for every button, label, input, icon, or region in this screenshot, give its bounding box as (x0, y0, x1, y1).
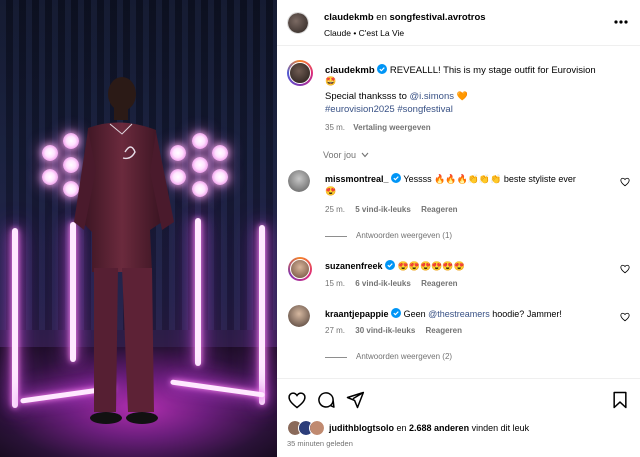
heart-icon[interactable] (620, 264, 630, 274)
verified-badge-icon (377, 64, 388, 74)
post-photo[interactable] (0, 0, 277, 457)
stage-bulb (42, 145, 58, 161)
verified-badge-icon (391, 308, 402, 318)
comment-user-link[interactable]: missmontreal_ (325, 174, 389, 184)
replies-separator (325, 236, 347, 237)
send-icon[interactable] (345, 390, 365, 410)
caption-emoji-2: 🧡 (456, 91, 468, 101)
comment-avatar[interactable] (288, 305, 310, 327)
header-author-link[interactable]: claudekmb (324, 12, 374, 23)
heart-icon[interactable] (287, 390, 307, 410)
post-detail-panel: claudekmb en songfestival.avrotros Claud… (277, 0, 640, 457)
audio-sep: • (353, 28, 357, 38)
header-collaborator-link[interactable]: songfestival.avrotros (390, 12, 486, 23)
light-tube (12, 228, 18, 408)
comment-likes-link[interactable]: 5 vind-ik-leuks (355, 205, 411, 214)
stage-bulb (192, 133, 208, 149)
caption-hashtags[interactable]: #eurovision2025 #songfestival (325, 104, 453, 115)
comment-line-1: suzanenfreek 😍😍😍😍😍😍 (325, 260, 465, 272)
caption-emoji-1: 🤩 (325, 76, 337, 86)
comment-reply-button[interactable]: Reageren (421, 279, 457, 288)
caption-text: REVEALLL! This is my stage outfit for Eu… (389, 65, 596, 76)
comment-time: 25 m. (325, 205, 346, 214)
bookmark-icon[interactable] (610, 390, 630, 410)
translate-link[interactable]: Vertaling weergeven (353, 123, 430, 132)
comments-filter-label: Voor jou (323, 150, 357, 160)
stage-bulb (212, 145, 228, 161)
audio-song[interactable]: C'est La Vie (359, 28, 404, 38)
caption-mention-link[interactable]: @i.simons (410, 91, 455, 102)
comment-avatar[interactable] (288, 257, 312, 281)
post-action-bar: judithblogtsolo en 2.688 anderen vinden … (277, 378, 640, 457)
header-audio: Claude • C'est La Vie (324, 28, 404, 38)
heart-icon[interactable] (620, 177, 630, 187)
heart-icon[interactable] (620, 312, 630, 322)
caption-author-link[interactable]: claudekmb (325, 65, 375, 76)
liker-user-link[interactable]: judithblogtsolo (329, 423, 394, 433)
view-replies-button[interactable]: Antwoorden weergeven (1) (356, 231, 452, 240)
comment-meta: 15 m. 6 vind-ik-leuks Reageren (325, 279, 458, 288)
likes-count-link[interactable]: 2.688 anderen (409, 423, 469, 433)
chevron-down-icon (361, 152, 368, 158)
caption-avatar[interactable] (287, 60, 313, 86)
light-tube (259, 225, 265, 405)
caption-thanks: Special thanksss to (325, 91, 407, 102)
liker-avatar[interactable] (309, 420, 325, 436)
stage-bulb (192, 157, 208, 173)
comment-text-end: hoodie? Jammer! (492, 309, 562, 319)
stage-bulb (192, 181, 208, 197)
caption-time: 35 m. (325, 123, 346, 132)
audio-user[interactable]: Claude (324, 28, 351, 38)
caption-meta: 35 m. Vertaling weergeven (325, 123, 431, 132)
more-horizontal-icon[interactable] (613, 14, 629, 30)
post-header: claudekmb en songfestival.avrotros Claud… (277, 0, 640, 46)
likes-connector: en (396, 423, 407, 433)
post-timestamp: 35 minuten geleden (287, 439, 353, 448)
light-tube (195, 218, 201, 366)
likes-summary: judithblogtsolo en 2.688 anderen vinden … (329, 423, 529, 433)
verified-badge-icon (391, 173, 402, 183)
comment-line-1: kraantjepappie Geen @thestreamers hoodie… (325, 308, 562, 319)
stage-bulb (42, 169, 58, 185)
comment-likes-link[interactable]: 6 vind-ik-leuks (355, 279, 411, 288)
comment-avatar[interactable] (288, 170, 310, 192)
comment-meta: 27 m. 30 vind-ik-leuks Reageren (325, 326, 462, 335)
comment-text: Geen (403, 309, 426, 319)
stage-bulb (212, 169, 228, 185)
view-replies-button[interactable]: Antwoorden weergeven (2) (356, 352, 452, 361)
caption-line-2: Special thanksss to @i.simons 🧡 (325, 91, 468, 102)
header-connector: en (376, 12, 387, 23)
comment-user-link[interactable]: kraantjepappie (325, 309, 389, 319)
replies-separator (325, 357, 347, 358)
comment-line-1: missmontreal_ Yessss 🔥🔥🔥👏👏👏 beste stylis… (325, 173, 576, 185)
comment-reply-button[interactable]: Reageren (426, 326, 462, 335)
comment-emojis: 🔥🔥🔥👏👏👏 (434, 174, 502, 184)
comments-filter[interactable]: Voor jou (323, 150, 369, 160)
comment-text-end: beste styliste ever (503, 174, 576, 184)
collab-avatars[interactable] (287, 12, 309, 34)
comment-time: 15 m. (325, 279, 346, 288)
comment-icon[interactable] (316, 390, 336, 410)
performer-figure (74, 77, 174, 424)
comment-emoji-line: 😍 (325, 186, 337, 196)
comment-reply-button[interactable]: Reageren (421, 205, 457, 214)
comment-likes-link[interactable]: 30 vind-ik-leuks (355, 326, 415, 335)
comment-meta: 25 m. 5 vind-ik-leuks Reageren (325, 205, 458, 214)
comment-user-link[interactable]: suzanenfreek (325, 261, 383, 271)
comment-text: Yessss (403, 174, 432, 184)
comment-emojis: 😍😍😍😍😍😍 (397, 261, 465, 271)
comment-time: 27 m. (325, 326, 346, 335)
comment-mention-link[interactable]: @thestreamers (428, 309, 490, 319)
header-authors: claudekmb en songfestival.avrotros (324, 12, 486, 23)
likes-suffix: vinden dit leuk (471, 423, 530, 433)
verified-badge-icon (385, 260, 396, 270)
caption-line-1: claudekmb REVEALLL! This is my stage out… (325, 64, 596, 76)
